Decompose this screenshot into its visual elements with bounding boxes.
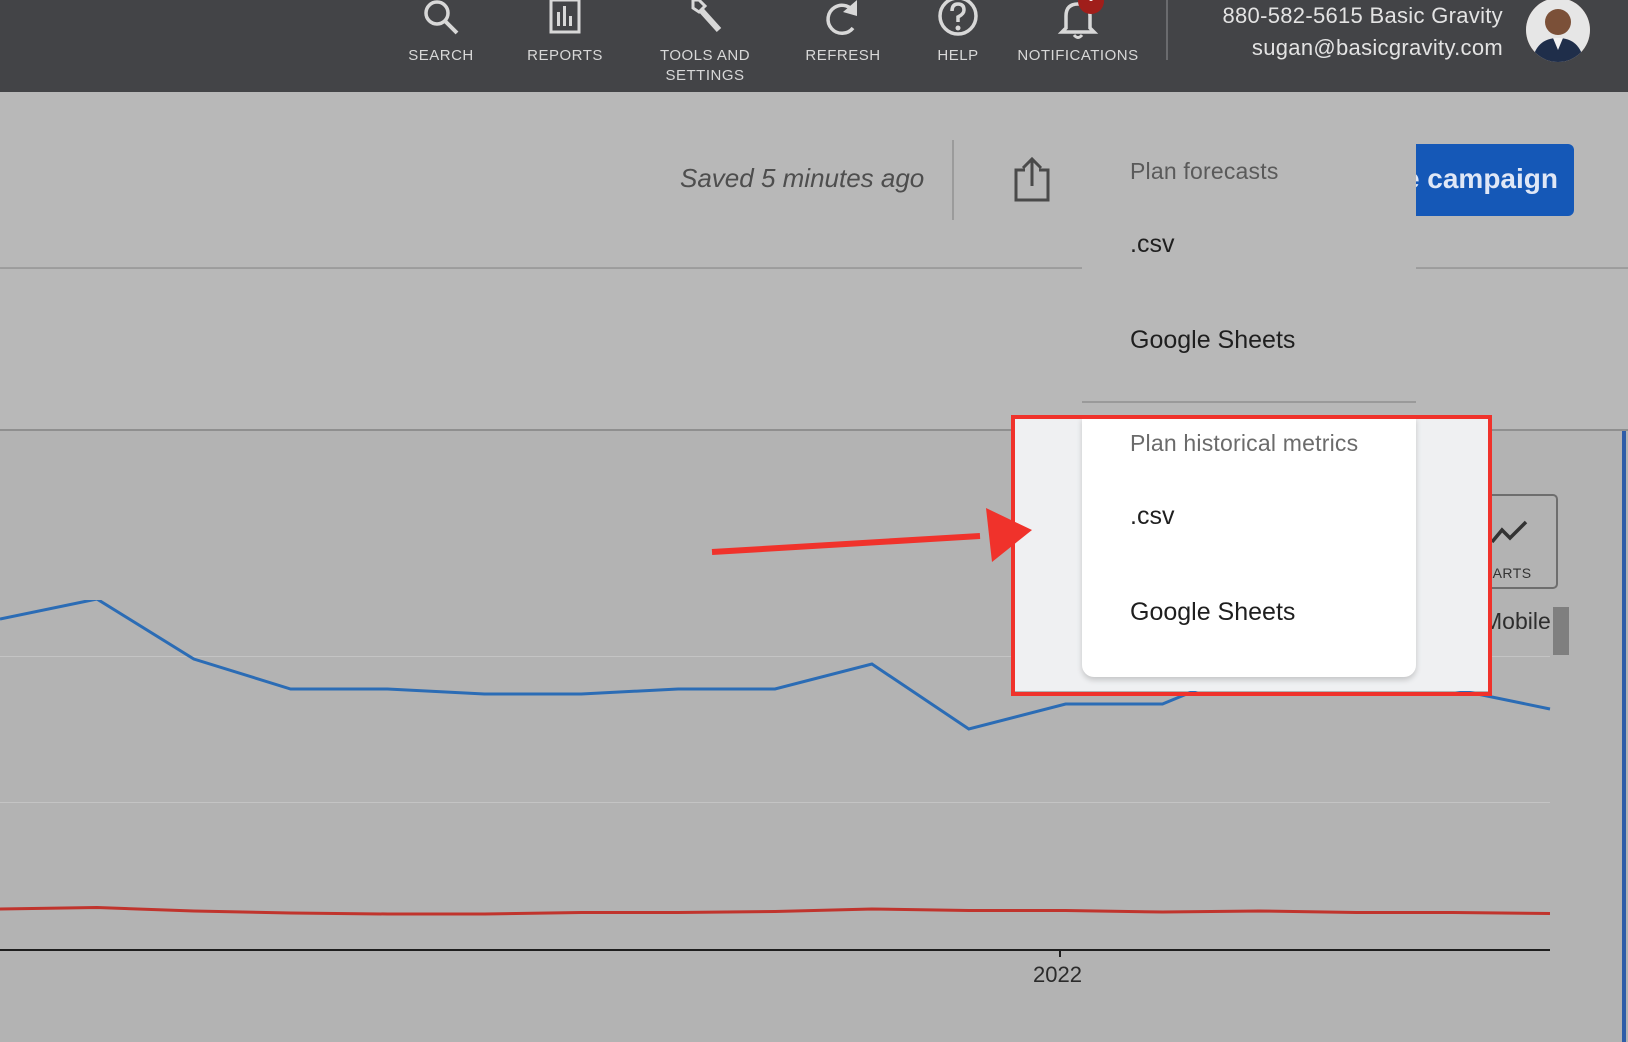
x-axis	[0, 949, 1550, 951]
x-axis-tick-label: 2022	[1033, 962, 1082, 987]
nav-help[interactable]: HELP	[933, 0, 983, 66]
nav-tools-label-line2: SETTINGS	[665, 67, 745, 84]
download-share-button[interactable]	[1014, 156, 1050, 207]
legend-scroll-handle[interactable]	[1553, 607, 1569, 655]
menu-item-historical-csv[interactable]: .csv	[1130, 502, 1174, 531]
create-campaign-label: e campaign	[1403, 163, 1558, 194]
nav-notifications-label: NOTIFICATIONS	[1017, 47, 1139, 64]
menu-heading-historical-metrics: Plan historical metrics	[1130, 430, 1359, 456]
menu-divider	[1082, 401, 1416, 403]
avatar[interactable]	[1526, 0, 1590, 62]
nav-reports-label: REPORTS	[527, 47, 603, 64]
nav-refresh-label: REFRESH	[805, 47, 881, 64]
menu-item-historical-google-sheets[interactable]: Google Sheets	[1130, 598, 1295, 627]
nav-help-label: HELP	[937, 47, 979, 64]
saved-status: Saved 5 minutes ago	[680, 163, 925, 193]
refresh-icon	[826, 0, 857, 36]
annotation-arrow-head	[986, 508, 1032, 562]
nav-search[interactable]: SEARCH	[405, 0, 477, 66]
series-line-mobile	[0, 905, 1551, 916]
reports-icon	[549, 0, 581, 34]
line-chart-icon	[1490, 520, 1528, 544]
wrench-icon	[691, 0, 722, 33]
nav-notifications[interactable]: NOTIFICATIONS	[1017, 0, 1139, 66]
search-icon	[424, 0, 459, 35]
nav-search-label: SEARCH	[408, 47, 474, 64]
annotation-arrow-shaft	[711, 533, 981, 555]
share-icon	[1014, 156, 1050, 202]
nav-tools-and-settings[interactable]: TOOLS AND SETTINGS	[655, 0, 755, 86]
legend-mobile-label: Mobile	[1483, 608, 1551, 634]
nav-tools-label: TOOLS AND SETTINGS	[660, 46, 750, 86]
menu-heading-forecasts: Plan forecasts	[1130, 158, 1279, 184]
account-email: sugan@basicgravity.com	[1251, 35, 1503, 60]
menu-item-forecasts-csv[interactable]: .csv	[1130, 230, 1174, 259]
annotation-arrow	[711, 508, 1032, 562]
help-icon	[938, 0, 978, 36]
top-navigation-bar: SEARCH REPORTS TOOLS AND SETTINGS REFRESH…	[0, 0, 1628, 92]
account-name: 880-582-5615 Basic Gravity	[1222, 3, 1503, 28]
right-edge-border	[1622, 431, 1626, 1042]
nav-tools-label-line1: TOOLS AND	[659, 47, 751, 64]
header-divider	[952, 140, 954, 220]
x-axis-tick	[1059, 949, 1061, 957]
nav-divider	[1166, 0, 1168, 60]
nav-reports[interactable]: REPORTS	[527, 0, 603, 66]
nav-refresh[interactable]: REFRESH	[805, 0, 881, 66]
menu-item-forecasts-google-sheets[interactable]: Google Sheets	[1130, 326, 1295, 355]
avatar-photo	[1526, 0, 1590, 62]
account-info[interactable]: 880-582-5615 Basic Gravity sugan@basicgr…	[1222, 0, 1503, 64]
